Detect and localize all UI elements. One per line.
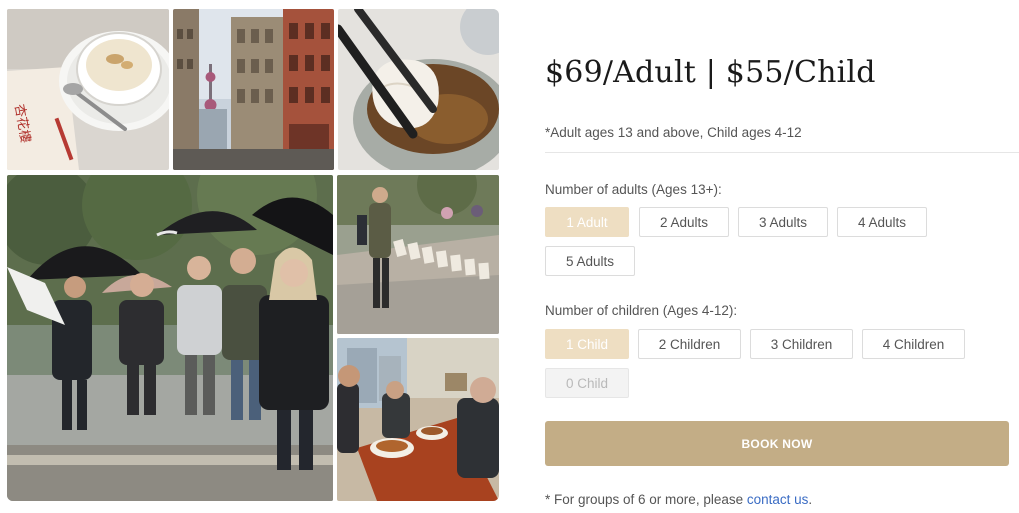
child-option-4[interactable]: 4 Children [862, 329, 965, 359]
adult-option-2[interactable]: 2 Adults [639, 207, 729, 237]
contact-us-link[interactable]: contact us [747, 492, 809, 507]
booking-panel: $69/Adult | $55/Child *Adult ages 13 and… [545, 0, 1019, 513]
adult-option-4[interactable]: 4 Adults [837, 207, 927, 237]
child-option-0[interactable]: 0 Child [545, 368, 629, 398]
photo-dumpling[interactable] [338, 9, 499, 170]
adults-count-label: Number of adults (Ages 13+): [545, 182, 722, 197]
age-requirements-note: *Adult ages 13 and above, Child ages 4-1… [545, 125, 802, 140]
child-option-2[interactable]: 2 Children [638, 329, 741, 359]
adult-option-1[interactable]: 1 Adult [545, 207, 629, 237]
photo-bund-street[interactable] [173, 9, 334, 170]
section-divider [545, 152, 1019, 153]
photo-noodle-lunch[interactable] [337, 338, 499, 501]
adult-option-5[interactable]: 5 Adults [545, 246, 635, 276]
children-count-label: Number of children (Ages 4-12): [545, 303, 738, 318]
book-now-button[interactable]: BOOK NOW [545, 421, 1009, 466]
group-note-suffix: . [808, 492, 813, 507]
adult-option-3[interactable]: 3 Adults [738, 207, 828, 237]
child-option-3[interactable]: 3 Children [750, 329, 853, 359]
photo-street-vendor[interactable] [337, 175, 499, 334]
photo-tour-group-umbrellas[interactable] [7, 175, 333, 501]
child-option-1[interactable]: 1 Child [545, 329, 629, 359]
photo-congee[interactable]: 杏花樓 [7, 9, 169, 170]
group-note-text: * For groups of 6 or more, please [545, 492, 747, 507]
photo-gallery: 杏花樓 [7, 9, 499, 501]
price-headline: $69/Adult | $55/Child [545, 55, 876, 90]
tour-booking-page: 杏花樓 $69/Adult | $55/Child *Adult ages 13… [0, 0, 1019, 513]
group-booking-note: * For groups of 6 or more, please contac… [545, 492, 812, 507]
